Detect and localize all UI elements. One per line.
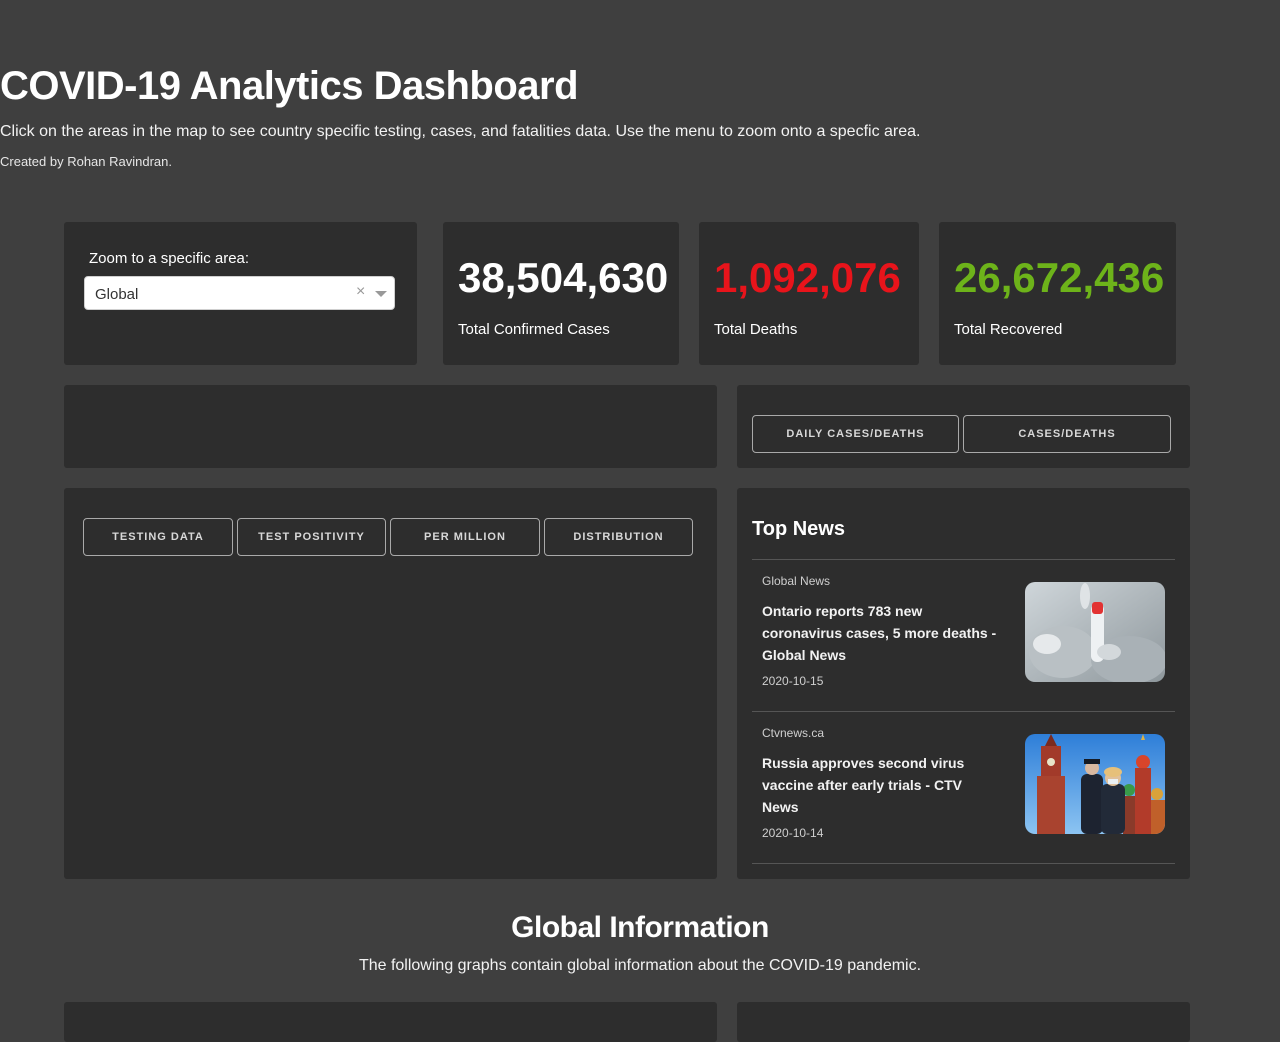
global-info-subtitle: The following graphs contain global info… [358, 957, 922, 974]
recovered-label: Total Recovered [954, 321, 1063, 338]
news-date: 2020-10-14 [762, 826, 824, 840]
news-item[interactable]: Global News Ontario reports 783 new coro… [752, 560, 1175, 712]
daily-cases-deaths-button[interactable]: DAILY CASES/DEATHS [752, 415, 959, 453]
per-million-button[interactable]: PER MILLION [390, 518, 540, 556]
zoom-card: Zoom to a specific area: Global × [64, 222, 417, 365]
cases-chart-panel: DAILY CASES/DEATHS CASES/DEATHS [737, 385, 1190, 468]
deaths-card: 1,092,076 Total Deaths [699, 222, 919, 365]
news-source: Global News [762, 574, 831, 588]
author-credit: Created by Rohan Ravindran. [0, 154, 172, 169]
deaths-value: 1,092,076 [714, 254, 901, 301]
news-divider [752, 863, 1175, 864]
confirmed-cases-card: 38,504,630 Total Confirmed Cases [443, 222, 679, 365]
news-headline[interactable]: Russia approves second virus vaccine aft… [762, 752, 997, 818]
zoom-label: Zoom to a specific area: [89, 250, 250, 267]
global-chart-panel-left [64, 1002, 717, 1042]
testing-data-button[interactable]: TESTING DATA [83, 518, 233, 556]
area-select[interactable]: Global × [84, 276, 395, 310]
news-item[interactable]: Ctvnews.ca Russia approves second virus … [752, 712, 1175, 864]
testing-chart-panel: TESTING DATA TEST POSITIVITY PER MILLION… [64, 488, 717, 879]
top-news-title: Top News [752, 518, 845, 540]
global-info-title: Global Information [511, 911, 769, 944]
chevron-down-icon[interactable] [375, 291, 387, 297]
top-news-panel: Top News Global News Ontario reports 783… [737, 488, 1190, 879]
news-thumbnail-kremlin[interactable] [1025, 734, 1165, 834]
news-source: Ctvnews.ca [762, 726, 825, 740]
news-headline[interactable]: Ontario reports 783 new coronavirus case… [762, 600, 997, 666]
confirmed-cases-value: 38,504,630 [458, 254, 669, 301]
news-date: 2020-10-15 [762, 674, 824, 688]
clear-icon[interactable]: × [356, 283, 365, 301]
recovered-value: 26,672,436 [954, 254, 1165, 301]
deaths-label: Total Deaths [714, 321, 798, 338]
test-tube-photo [1025, 582, 1165, 682]
distribution-button[interactable]: DISTRIBUTION [544, 518, 693, 556]
page-title: COVID-19 Analytics Dashboard [0, 64, 579, 108]
map-panel[interactable] [64, 385, 717, 468]
global-chart-panel-right [737, 1002, 1190, 1042]
confirmed-cases-label: Total Confirmed Cases [458, 321, 610, 338]
news-thumbnail-test-tube[interactable] [1025, 582, 1165, 682]
page-subtitle: Click on the areas in the map to see cou… [0, 123, 921, 140]
test-positivity-button[interactable]: TEST POSITIVITY [237, 518, 386, 556]
recovered-card: 26,672,436 Total Recovered [939, 222, 1176, 365]
kremlin-photo [1025, 734, 1165, 834]
cases-deaths-button[interactable]: CASES/DEATHS [963, 415, 1171, 453]
area-select-value: Global [95, 286, 139, 303]
